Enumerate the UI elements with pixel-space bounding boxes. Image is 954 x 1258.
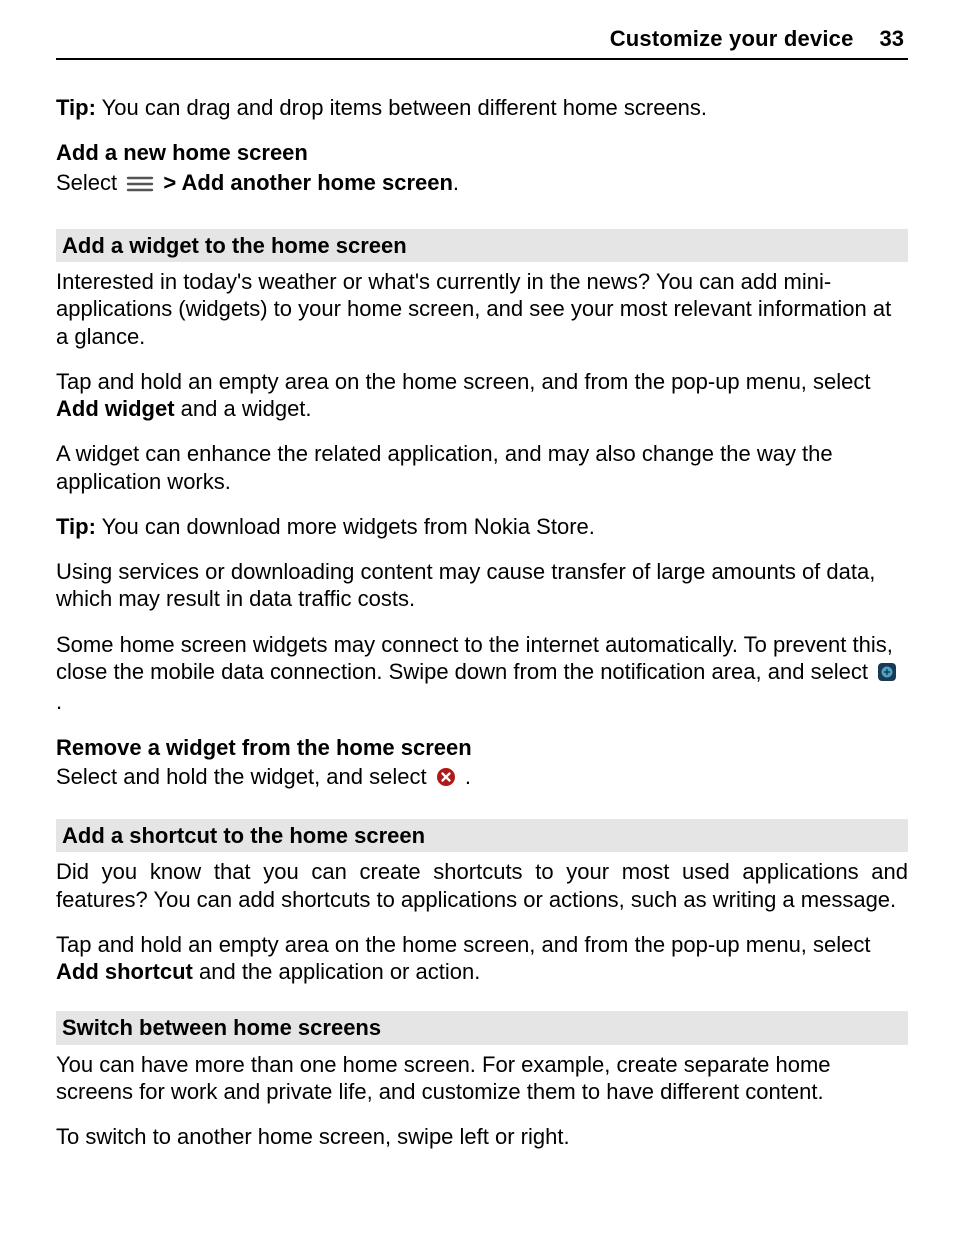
add-widget-intro: Interested in today's weather or what's … <box>56 268 908 350</box>
heading-remove-widget: Remove a widget from the home screen <box>56 734 908 761</box>
add-widget-auto-connect: Some home screen widgets may connect to … <box>56 631 908 716</box>
heading-add-home-screen: Add a new home screen <box>56 139 908 166</box>
add-shortcut-step: Tap and hold an empty area on the home s… <box>56 931 908 986</box>
step-bold: Add shortcut <box>56 959 193 984</box>
arrow-separator: > <box>157 170 181 195</box>
select-text: Select <box>56 170 123 195</box>
menu-item-add-another: Add another home screen <box>182 170 453 195</box>
tip-label: Tip: <box>56 514 96 539</box>
switch-screens-swipe: To switch to another home screen, swipe … <box>56 1123 908 1150</box>
tip-label: Tip: <box>56 95 96 120</box>
mobile-data-icon <box>877 661 897 688</box>
step-bold: Add widget <box>56 396 175 421</box>
add-shortcut-intro: Did you know that you can create shortcu… <box>56 858 908 913</box>
period: . <box>453 170 459 195</box>
section-add-shortcut: Add a shortcut to the home screen <box>56 819 908 852</box>
menu-lines-icon <box>126 172 154 199</box>
page-header: Customize your device 33 <box>56 26 908 60</box>
body: Tip: You can drag and drop items between… <box>56 94 908 1150</box>
step-post: and the application or action. <box>193 959 480 984</box>
step-pre: Tap and hold an empty area on the home s… <box>56 369 871 394</box>
remove-pre: Select and hold the widget, and select <box>56 764 433 789</box>
section-switch-screens: Switch between home screens <box>56 1011 908 1044</box>
header-page-number: 33 <box>880 26 904 52</box>
step-pre: Tap and hold an empty area on the home s… <box>56 932 871 957</box>
auto-pre: Some home screen widgets may connect to … <box>56 632 893 684</box>
switch-screens-intro: You can have more than one home screen. … <box>56 1051 908 1106</box>
add-widget-data-note: Using services or downloading content ma… <box>56 558 908 613</box>
add-widget-tip: Tip: You can download more widgets from … <box>56 513 908 540</box>
close-x-icon <box>436 766 456 793</box>
tip-text: You can drag and drop items between diff… <box>96 95 707 120</box>
add-home-screen-instruction: Select > Add another home screen. <box>56 169 908 199</box>
auto-post: . <box>56 689 62 714</box>
step-post: and a widget. <box>175 396 312 421</box>
tip-drag-drop: Tip: You can drag and drop items between… <box>56 94 908 121</box>
remove-widget-instruction: Select and hold the widget, and select . <box>56 763 908 793</box>
add-widget-enhance: A widget can enhance the related applica… <box>56 440 908 495</box>
section-add-widget: Add a widget to the home screen <box>56 229 908 262</box>
add-widget-step: Tap and hold an empty area on the home s… <box>56 368 908 423</box>
header-title: Customize your device <box>610 26 854 52</box>
remove-post: . <box>459 764 471 789</box>
document-page: Customize your device 33 Tip: You can dr… <box>0 0 954 1208</box>
tip-text: You can download more widgets from Nokia… <box>96 514 595 539</box>
